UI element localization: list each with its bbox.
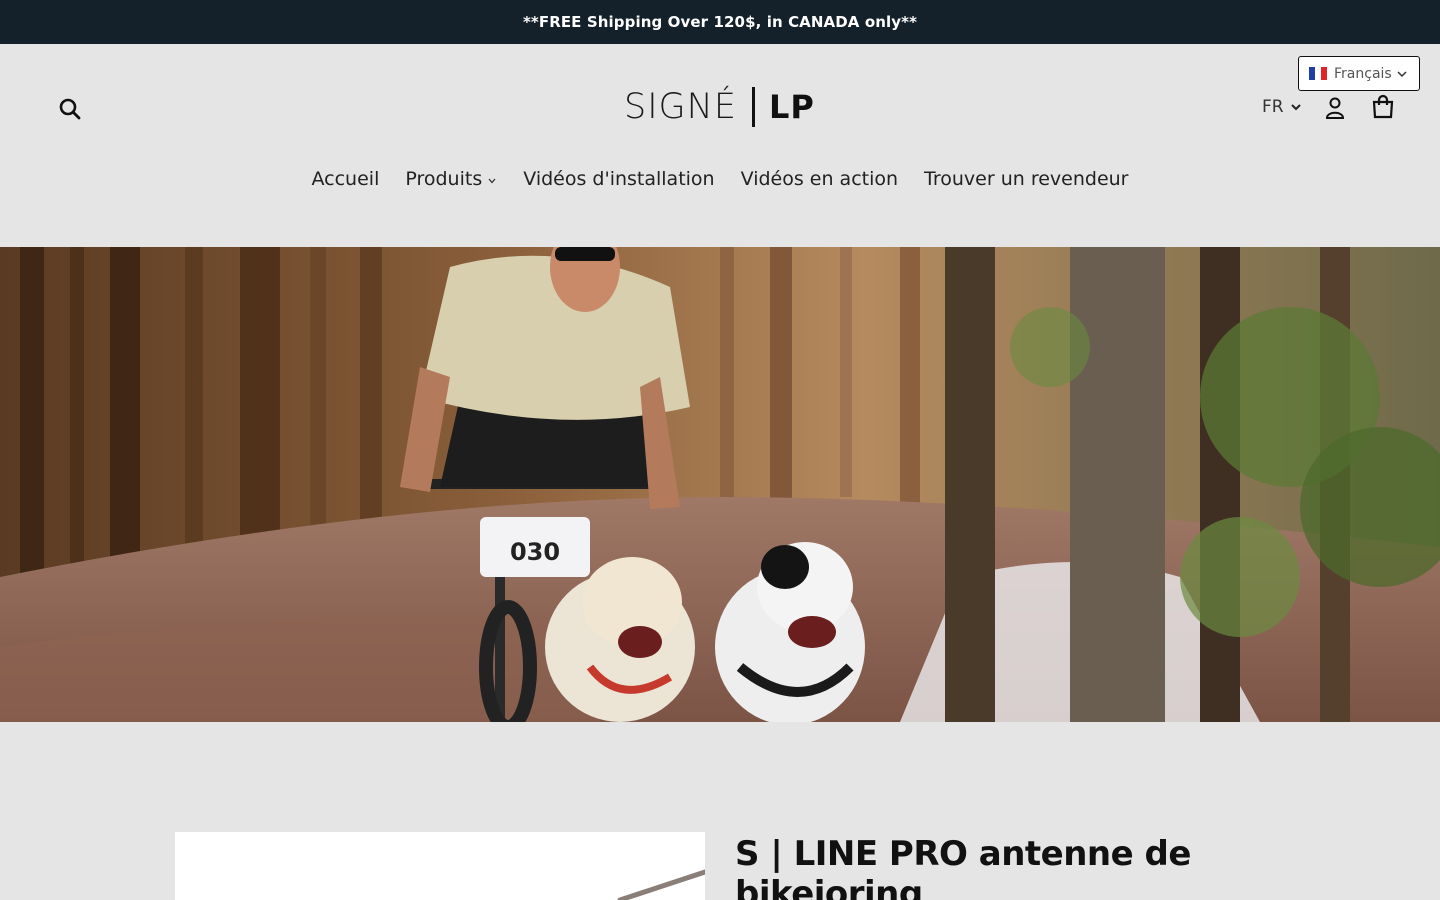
nav-item-produits[interactable]: Produits xyxy=(405,168,497,190)
cart-icon xyxy=(1372,94,1394,119)
cart-button[interactable] xyxy=(1370,94,1396,120)
announcement-bar: **FREE Shipping Over 120$, in CANADA onl… xyxy=(0,0,1440,44)
logo-text-lp: LP xyxy=(768,88,815,126)
logo-divider xyxy=(751,87,755,127)
search-button[interactable] xyxy=(57,96,83,122)
chevron-down-icon xyxy=(1397,71,1407,78)
product-title: S | LINE PRO antenne de bikejoring xyxy=(735,834,1191,900)
site-logo[interactable]: SIGNÉ LP xyxy=(624,86,820,128)
search-icon xyxy=(59,98,81,120)
site-header: SIGNÉ LP Français FR Accueil Produits Vi… xyxy=(0,44,1440,247)
france-flag-icon xyxy=(1309,67,1327,80)
currency-selector[interactable]: FR xyxy=(1262,96,1302,118)
logo-text-signe: SIGNÉ xyxy=(624,86,737,127)
nav-item-label: Accueil xyxy=(311,168,380,190)
svg-text:030: 030 xyxy=(510,538,560,566)
nav-item-accueil[interactable]: Accueil xyxy=(312,168,380,190)
chevron-down-icon xyxy=(1290,104,1301,111)
nav-item-videos-action[interactable]: Vidéos en action xyxy=(741,168,898,190)
nav-item-label: Produits xyxy=(405,168,483,190)
chevron-down-icon xyxy=(488,178,496,183)
product-antenna-illustration xyxy=(617,869,705,900)
announcement-text: **FREE Shipping Over 120$, in CANADA onl… xyxy=(522,13,918,31)
user-icon xyxy=(1325,97,1345,119)
account-button[interactable] xyxy=(1324,96,1346,120)
nav-item-trouver-revendeur[interactable]: Trouver un revendeur xyxy=(924,168,1128,190)
main-nav: Accueil Produits Vidéos d'installation V… xyxy=(0,168,1440,190)
language-selector[interactable]: Français xyxy=(1298,56,1420,91)
nav-item-videos-installation[interactable]: Vidéos d'installation xyxy=(523,168,714,190)
nav-item-label: Vidéos d'installation xyxy=(523,168,715,190)
language-label: Français xyxy=(1334,65,1392,82)
product-image[interactable] xyxy=(175,832,705,900)
nav-item-label: Trouver un revendeur xyxy=(924,168,1129,190)
nav-item-label: Vidéos en action xyxy=(740,168,899,190)
hero-banner-image: 030 xyxy=(0,247,1440,722)
currency-label: FR xyxy=(1262,97,1284,117)
hero-illustration: 030 xyxy=(0,247,1440,722)
